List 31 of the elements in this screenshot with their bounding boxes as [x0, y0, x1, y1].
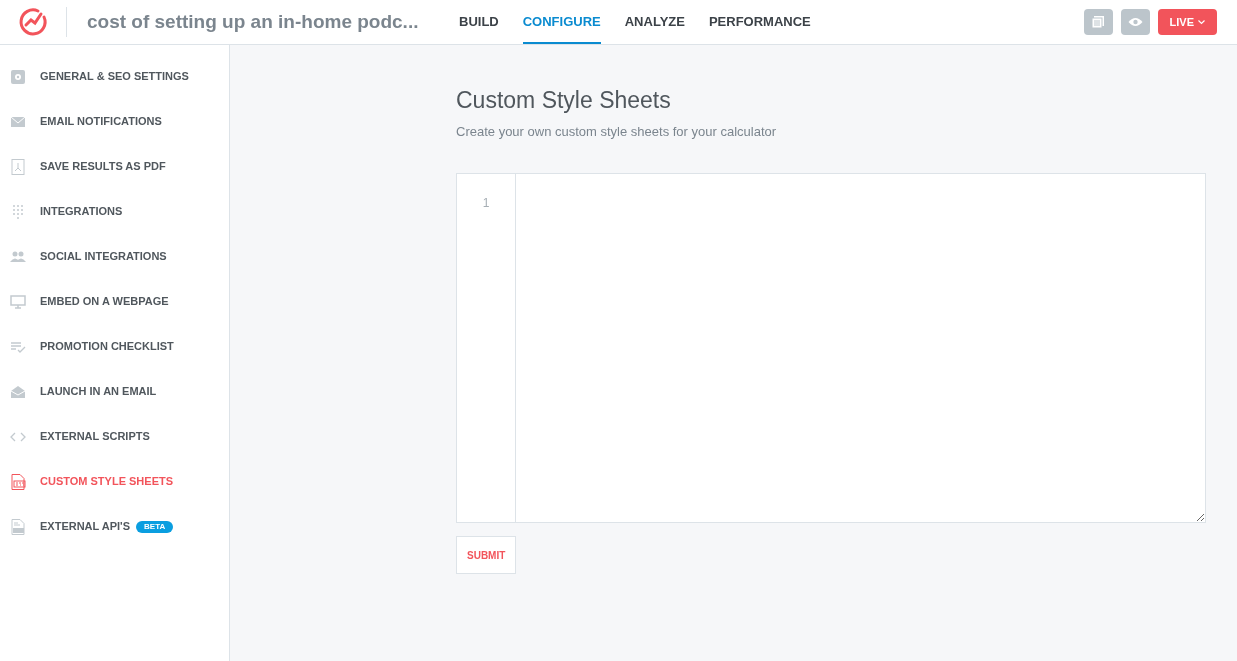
sidebar-item[interactable]: EXTERNAL API'S BETA	[0, 504, 229, 549]
open-envelope-icon	[10, 383, 26, 400]
page-title: Custom Style Sheets	[456, 86, 672, 115]
sidebar-item[interactable]: SAVE RESULTS AS PDF	[0, 144, 229, 189]
line-number: 1	[482, 195, 490, 212]
sidebar-item[interactable]: SOCIAL INTEGRATIONS	[0, 234, 229, 279]
sidebar-item[interactable]: LAUNCH IN AN EMAIL	[0, 369, 229, 414]
css-file-icon	[10, 473, 26, 490]
sidebar-item[interactable]: EXTERNAL SCRIPTS	[0, 414, 229, 459]
beta-badge: BETA	[136, 520, 174, 533]
pdf-icon	[10, 158, 26, 175]
nav-tab[interactable]: BUILD	[459, 0, 499, 44]
nav-tab[interactable]: CONFIGURE	[522, 0, 601, 44]
calculator-title: cost of setting up an in-home podc...	[87, 9, 420, 34]
pages-icon	[1091, 15, 1106, 29]
sidebar-item[interactable]: GENERAL & SEO SETTINGS	[0, 54, 229, 99]
sidebar-item[interactable]: EMAIL NOTIFICATIONS	[0, 99, 229, 144]
page-subtitle: Create your own custom style sheets for your calculator	[456, 122, 778, 141]
nav-tab[interactable]: ANALYZE	[624, 0, 685, 44]
nav-tab[interactable]: PERFORMANCE	[708, 0, 811, 44]
gear-icon	[10, 68, 26, 85]
monitor-icon	[10, 293, 26, 310]
dots-grid-icon	[10, 203, 26, 220]
sidebar-item[interactable]: INTEGRATIONS	[0, 189, 229, 234]
pages-button[interactable]	[1083, 9, 1113, 35]
chevron-down-icon	[1198, 19, 1205, 25]
preview-button[interactable]	[1120, 9, 1150, 35]
sidebar-item[interactable]: EMBED ON A WEBPAGE	[0, 279, 229, 324]
eye-icon	[1127, 17, 1143, 27]
sidebar-item[interactable]: PROMOTION CHECKLIST	[0, 324, 229, 369]
api-file-icon	[10, 518, 26, 535]
